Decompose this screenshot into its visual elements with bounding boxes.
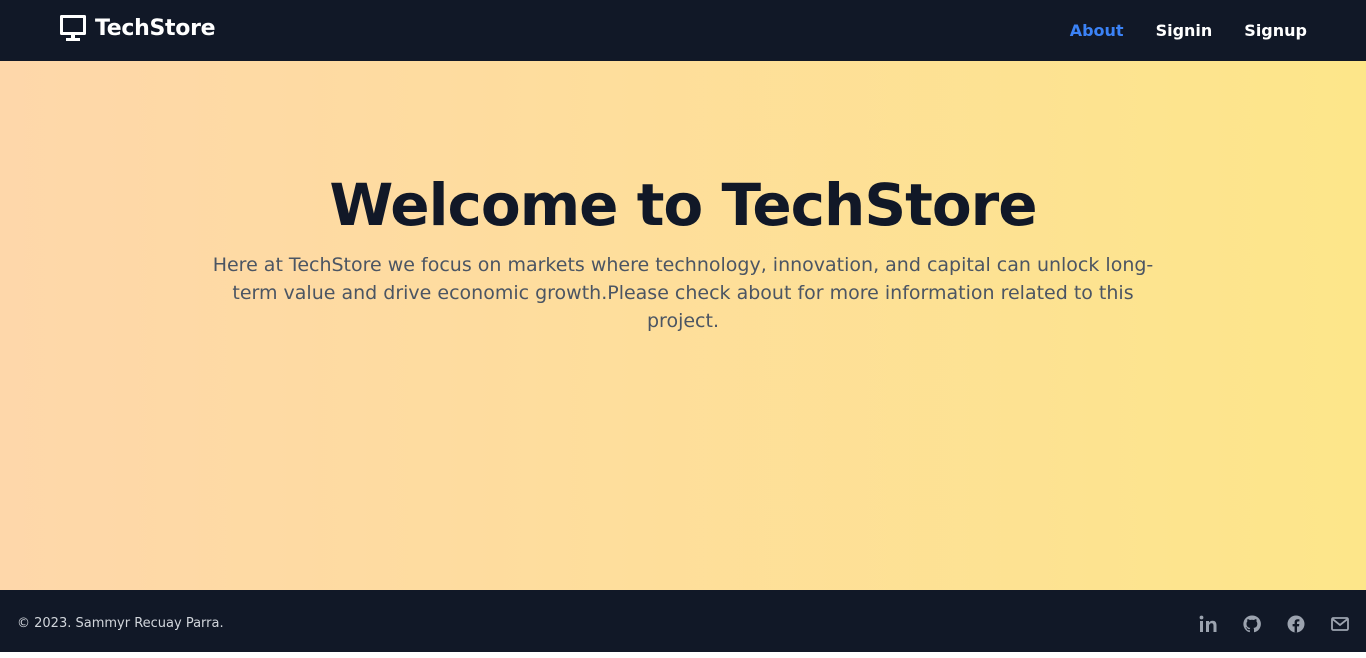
hero-description: Here at TechStore we focus on markets wh… bbox=[212, 254, 1154, 332]
github-icon[interactable] bbox=[1242, 614, 1262, 634]
nav-link-signin[interactable]: Signin bbox=[1156, 21, 1213, 40]
nav-link-about[interactable]: About bbox=[1070, 21, 1124, 40]
footer: © 2023. Sammyr Recuay Parra. bbox=[0, 590, 1366, 652]
linkedin-icon[interactable] bbox=[1198, 614, 1218, 634]
nav-link-signup[interactable]: Signup bbox=[1244, 21, 1307, 40]
brand-link[interactable]: TechStore bbox=[59, 14, 216, 42]
hero-section: Welcome to TechStore Here at TechStore w… bbox=[0, 61, 1366, 590]
brand-name: TechStore bbox=[95, 15, 216, 41]
facebook-icon[interactable] bbox=[1286, 614, 1306, 634]
nav-links: About Signin Signup bbox=[1038, 0, 1307, 61]
hero-title: Welcome to TechStore bbox=[329, 171, 1037, 239]
social-links bbox=[1174, 614, 1350, 634]
copyright-text: © 2023. Sammyr Recuay Parra. bbox=[17, 616, 224, 631]
mail-icon[interactable] bbox=[1330, 614, 1350, 634]
navbar: TechStore About Signin Signup bbox=[0, 0, 1366, 61]
monitor-icon bbox=[60, 15, 86, 41]
